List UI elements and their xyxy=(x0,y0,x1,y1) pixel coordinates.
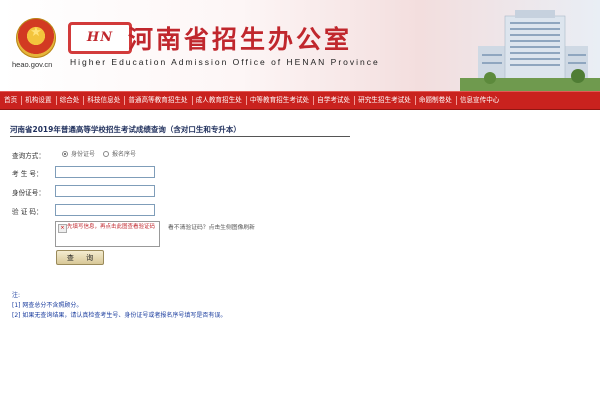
captcha-input[interactable] xyxy=(55,204,155,216)
query-button[interactable]: 查 询 xyxy=(56,250,104,265)
radio-id-number-label: 身份证号 xyxy=(71,151,96,158)
nav-item-1[interactable]: 首页 xyxy=(0,92,21,109)
note-item-1: [1] 网查总分不含照顾分。 xyxy=(12,302,83,309)
site-header: ★ heao.gov.cn HN 河南省招生办公室 Higher Educati… xyxy=(0,0,600,91)
exam-number-input[interactable] xyxy=(55,166,155,178)
captcha-label: 验 证 码： xyxy=(12,208,43,216)
notes-title: 注: xyxy=(12,292,21,299)
radio-selected-icon[interactable] xyxy=(62,150,68,157)
office-logo: HN xyxy=(68,22,132,54)
exam-number-label: 考 生 号： xyxy=(12,170,43,178)
page-title: 河南省2019年普通高等学校招生考试成绩查询（含对口生和专升本） xyxy=(10,125,241,134)
nav-item-11[interactable]: 信息宣传中心 xyxy=(455,92,504,109)
office-building-icon xyxy=(460,10,600,91)
nav-item-3[interactable]: 综合处 xyxy=(55,92,84,109)
nav-item-10[interactable]: 命题制卷处 xyxy=(414,92,456,109)
nav-item-5[interactable]: 普通高等教育招生处 xyxy=(124,92,191,109)
office-title: 河南省招生办公室 xyxy=(128,25,353,54)
id-number-label: 身份证号： xyxy=(12,189,45,197)
nav-item-4[interactable]: 科技信息处 xyxy=(83,92,124,109)
captcha-alt-text: 先填写信息，再点击此图查看验证码 xyxy=(67,224,156,230)
nav-item-7[interactable]: 中等教育招生考试处 xyxy=(245,92,313,109)
nav-item-6[interactable]: 成人教育招生处 xyxy=(191,92,246,109)
nav-item-8[interactable]: 自学考试处 xyxy=(313,92,354,109)
captcha-refresh-link[interactable]: 看不清验证码？点击生侧图像刷新 xyxy=(168,222,255,231)
radio-unselected-icon[interactable] xyxy=(103,150,110,157)
radio-registration-number[interactable]: 报名序号 xyxy=(103,149,136,158)
site-url: heao.gov.cn xyxy=(12,60,53,69)
id-number-input[interactable] xyxy=(55,185,155,197)
heading-divider xyxy=(10,136,350,137)
radio-registration-number-label: 报名序号 xyxy=(112,151,137,158)
main-nav: 首页 机构设置 综合处 科技信息处 普通高等教育招生处 成人教育招生处 中等教育招生考试处自… xyxy=(0,91,600,110)
nav-item-9[interactable]: 研究生招生考试处 xyxy=(354,92,415,109)
query-mode-label: 查询方式： xyxy=(12,152,45,160)
office-subtitle-en: Higher Education Admission Office of HEN… xyxy=(70,57,380,67)
query-mode-radio-group: 身份证号 报名序号 xyxy=(62,149,136,158)
captcha-image[interactable]: × 先填写信息，再点击此图查看验证码 xyxy=(55,221,160,247)
notes-section: 注: [1] 网查总分不含照顾分。 [2] 如果无查询结果，请认真检查考生号、身… xyxy=(12,291,226,321)
nav-item-2[interactable]: 机构设置 xyxy=(21,92,55,109)
note-item-2: [2] 如果无查询结果，请认真检查考生号、身份证号或者报名序号填写是否有误。 xyxy=(12,312,227,319)
radio-id-number[interactable]: 身份证号 xyxy=(62,149,95,158)
broken-image-icon: × xyxy=(58,224,67,233)
national-emblem-icon: ★ xyxy=(16,18,56,58)
